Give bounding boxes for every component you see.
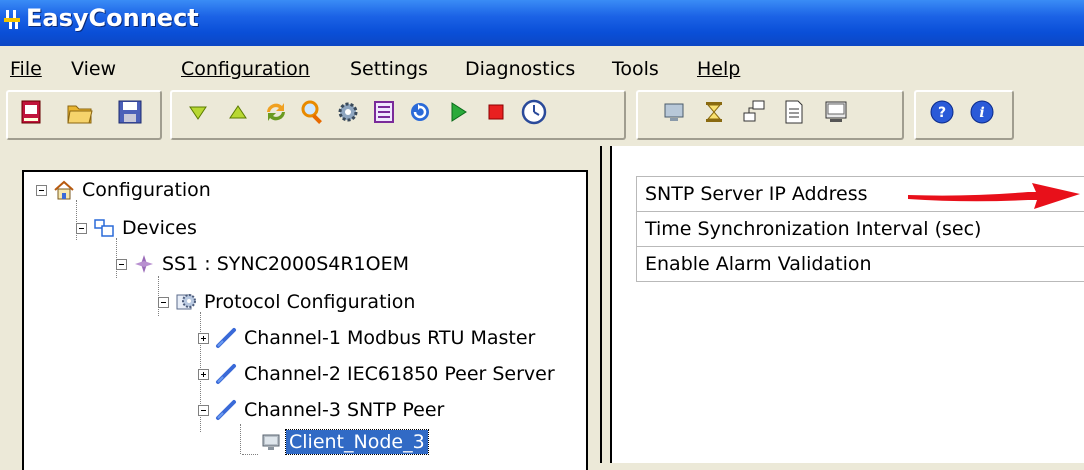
terminal-icon <box>825 101 847 122</box>
toolbar: ? i <box>0 86 1084 146</box>
list-button[interactable] <box>370 98 398 126</box>
menu-file[interactable]: File <box>10 58 42 80</box>
menu-bar: File View Configuration Settings Diagnos… <box>0 46 1084 86</box>
collapse-icon[interactable] <box>36 184 47 196</box>
menu-settings[interactable]: Settings <box>350 58 428 80</box>
refresh-icon <box>411 103 429 121</box>
properties-pane: SNTP Server IP Address Time Synchronizat… <box>612 146 1084 463</box>
search-button[interactable] <box>298 98 326 126</box>
devices-icon <box>94 219 114 237</box>
svg-text:i: i <box>979 105 984 121</box>
save-button[interactable] <box>116 98 144 126</box>
home-icon <box>54 180 74 200</box>
hourglass-icon <box>706 102 722 122</box>
protocol-config-icon <box>176 294 196 310</box>
download-icon <box>189 106 207 120</box>
tree-node-protocol-configuration[interactable]: Protocol Configuration <box>158 290 418 314</box>
collapse-icon[interactable] <box>76 222 87 234</box>
clock-icon <box>521 99 547 125</box>
title-bar: EasyConnect <box>0 0 1084 46</box>
open-folder-icon <box>67 105 93 124</box>
open-button[interactable] <box>66 98 94 126</box>
monitor-button[interactable] <box>660 98 688 126</box>
play-icon <box>451 102 467 122</box>
menu-diagnostics[interactable]: Diagnostics <box>465 58 575 80</box>
run-button[interactable] <box>444 98 472 126</box>
sync-button[interactable] <box>262 98 290 126</box>
app-icon <box>4 10 20 29</box>
new-icon <box>21 100 41 124</box>
svg-text:?: ? <box>938 105 946 121</box>
channel-cable-icon <box>216 328 236 348</box>
help-icon: ? <box>930 100 954 124</box>
stop-icon <box>488 104 504 120</box>
sync-icon <box>267 103 285 121</box>
red-arrow-icon <box>908 183 1080 209</box>
info-icon: i <box>970 100 994 124</box>
network-icon <box>743 100 765 122</box>
document-button[interactable] <box>780 98 808 126</box>
hourglass-button[interactable] <box>700 98 728 126</box>
menu-help[interactable]: Help <box>697 58 740 80</box>
computer-icon <box>262 434 280 450</box>
tree-node-ss1[interactable]: SS1 : SYNC2000S4R1OEM <box>116 252 412 276</box>
tree-node-client-node-3[interactable]: Client_Node_3 <box>260 429 429 455</box>
tree-line <box>240 424 241 454</box>
search-icon <box>301 100 322 124</box>
document-icon <box>785 100 803 124</box>
left-pane: Configuration Devices SS1 : SYNC2000S4R1… <box>0 146 600 470</box>
terminal-button[interactable] <box>822 98 850 126</box>
expand-icon[interactable] <box>198 332 209 344</box>
device-star-icon <box>135 255 153 273</box>
menu-tools[interactable]: Tools <box>612 58 659 80</box>
upload-button[interactable] <box>224 98 252 126</box>
menu-view[interactable]: View <box>71 58 116 80</box>
upload-icon <box>229 105 247 119</box>
property-enable-alarm-validation[interactable]: Enable Alarm Validation <box>636 246 1084 282</box>
collapse-icon[interactable] <box>116 258 127 270</box>
info-button[interactable]: i <box>968 98 996 126</box>
save-icon <box>118 100 142 124</box>
channel-cable-icon <box>216 400 236 420</box>
network-button[interactable] <box>740 98 768 126</box>
stop-button[interactable] <box>482 98 510 126</box>
collapse-icon[interactable] <box>198 404 209 416</box>
settings-gear-icon <box>338 102 358 122</box>
list-icon <box>374 101 394 123</box>
settings-button[interactable] <box>334 98 362 126</box>
tree-node-channel-1[interactable]: Channel-1 Modbus RTU Master <box>198 326 538 350</box>
tree-node-channel-2[interactable]: Channel-2 IEC61850 Peer Server <box>198 362 558 386</box>
tree-node-channel-3[interactable]: Channel-3 SNTP Peer <box>198 398 447 422</box>
tree-line <box>242 454 258 455</box>
refresh-button[interactable] <box>406 98 434 126</box>
configuration-tree[interactable]: Configuration Devices SS1 : SYNC2000S4R1… <box>22 170 588 470</box>
menu-configuration[interactable]: Configuration <box>181 58 310 80</box>
expand-icon[interactable] <box>198 368 209 380</box>
collapse-icon[interactable] <box>158 296 169 308</box>
new-button[interactable] <box>18 98 46 126</box>
tree-node-devices[interactable]: Devices <box>76 216 200 240</box>
help-button[interactable]: ? <box>928 98 956 126</box>
window-title: EasyConnect <box>26 4 199 32</box>
pane-splitter[interactable] <box>600 146 612 463</box>
monitor-icon <box>664 103 684 121</box>
property-time-sync-interval[interactable]: Time Synchronization Interval (sec) <box>636 211 1084 247</box>
tree-node-configuration[interactable]: Configuration <box>36 178 214 202</box>
channel-cable-icon <box>216 364 236 384</box>
download-button[interactable] <box>184 98 212 126</box>
clock-button[interactable] <box>520 98 548 126</box>
